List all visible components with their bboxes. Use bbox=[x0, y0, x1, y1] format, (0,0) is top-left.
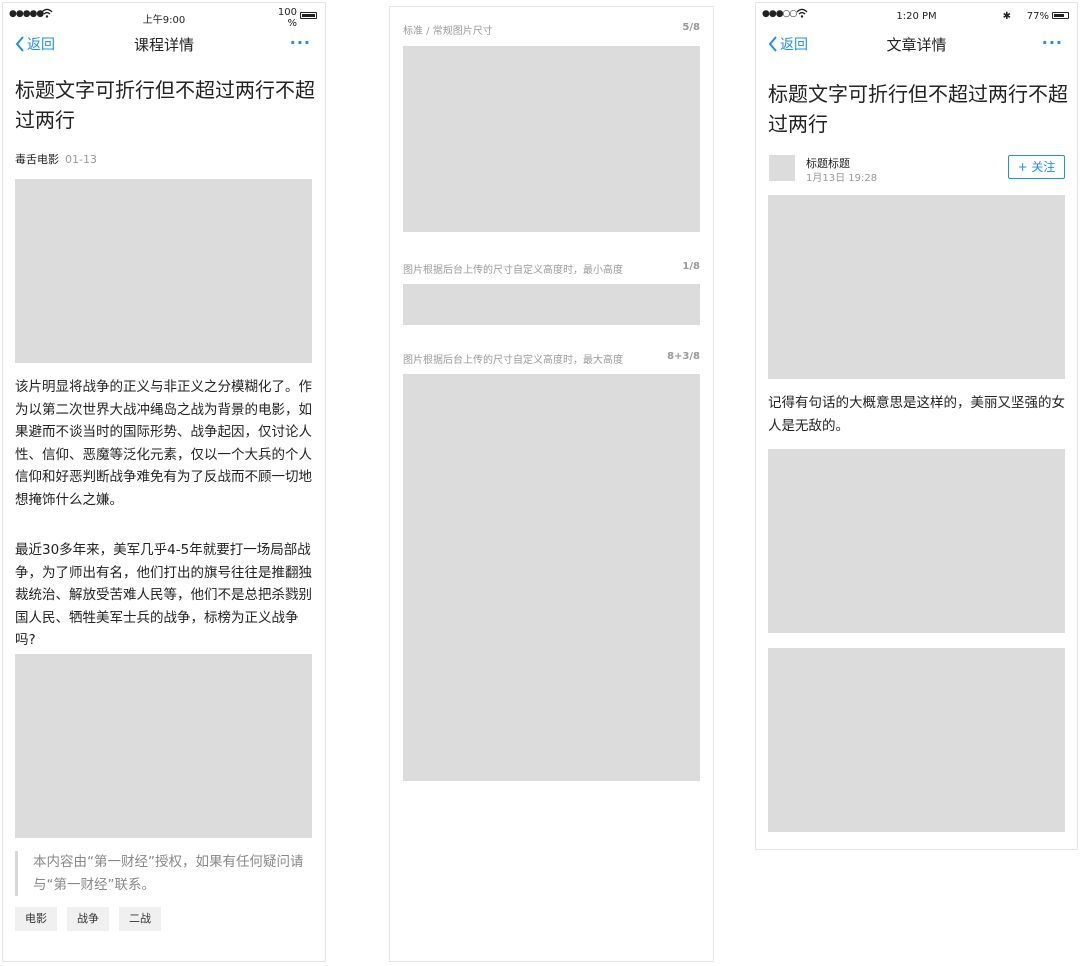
image-size-spec-screen: 标准 / 常规图片尺寸 5/8 图片根据后台上传的尺寸自定义高度时，最小高度 1… bbox=[389, 6, 714, 962]
publish-date: 01-13 bbox=[65, 153, 97, 166]
image-counter: 8+3/8 bbox=[667, 351, 700, 362]
article-paragraph: 记得有句话的大概意思是这样的，美丽又坚强的女人是无敌的。 bbox=[768, 395, 1065, 434]
min-height-image-placeholder bbox=[403, 284, 700, 325]
battery-icon bbox=[1052, 12, 1069, 19]
tag-list: 电影 战争 二战 bbox=[15, 907, 161, 931]
status-bar: ●●●○○ 1:20 PM ✱ 77% bbox=[756, 3, 1077, 25]
article-headline: 标题文字可折行但不超过两行不超过两行 bbox=[15, 78, 315, 132]
page-title: 课程详情 bbox=[133, 36, 194, 54]
article-image bbox=[768, 195, 1065, 379]
nav-bar: 返回 课程详情 ··· bbox=[3, 25, 325, 63]
article-headline: 标题文字可折行但不超过两行不超过两行 bbox=[768, 82, 1068, 136]
course-detail-screen: ●●●●● 上午9:00 100 % 返回 课程详情 ··· 标题文字可折行但不… bbox=[2, 2, 326, 962]
page-title: 文章详情 bbox=[886, 36, 947, 54]
avatar[interactable] bbox=[769, 155, 795, 181]
bluetooth-icon: ✱ bbox=[1002, 11, 1011, 22]
article-paragraph: 该片明显将战争的正义与非正义之分模糊化了。作为以第二次世界大战冲绳岛之战为背景的… bbox=[15, 379, 312, 508]
battery-percent: 77% bbox=[1026, 11, 1049, 22]
article-image bbox=[768, 648, 1065, 832]
article-image bbox=[15, 179, 312, 363]
tag[interactable]: 二战 bbox=[119, 907, 161, 931]
article-meta: 毒舌电影 01-13 bbox=[15, 151, 97, 167]
article-image bbox=[768, 449, 1065, 633]
publish-date: 1月13日 19:28 bbox=[806, 173, 878, 184]
article-image bbox=[15, 654, 312, 838]
image-counter: 5/8 bbox=[682, 22, 700, 33]
source-name: 毒舌电影 bbox=[15, 153, 59, 166]
battery-icon bbox=[300, 12, 317, 19]
max-height-image-placeholder bbox=[403, 374, 700, 781]
article-paragraph: 最近30多年来，美军几乎4-5年就要打一场局部战争，为了师出有名，他们打出的旗号… bbox=[15, 542, 312, 649]
more-icon[interactable]: ··· bbox=[1042, 33, 1063, 52]
section-caption: 图片根据后台上传的尺寸自定义高度时，最大高度 bbox=[403, 355, 623, 366]
section-caption: 图片根据后台上传的尺寸自定义高度时，最小高度 bbox=[403, 265, 623, 276]
article-detail-screen: ●●●○○ 1:20 PM ✱ 77% 返回 文章详情 ··· 标题文字可折行但… bbox=[755, 2, 1078, 850]
more-icon[interactable]: ··· bbox=[290, 33, 311, 52]
status-time: 上午9:00 bbox=[142, 15, 186, 26]
tag[interactable]: 战争 bbox=[67, 907, 109, 931]
follow-button[interactable]: + 关注 bbox=[1008, 155, 1065, 179]
nav-bar: 返回 文章详情 ··· bbox=[756, 25, 1077, 63]
tag[interactable]: 电影 bbox=[15, 907, 57, 931]
standard-image-placeholder bbox=[403, 46, 700, 232]
copyright-notice: 本内容由“第一财经”授权，如果有任何疑问请与“第一财经”联系。 bbox=[15, 851, 305, 897]
section-caption: 标准 / 常规图片尺寸 bbox=[403, 26, 493, 37]
status-bar: ●●●●● 上午9:00 100 % bbox=[3, 3, 325, 29]
image-counter: 1/8 bbox=[682, 261, 700, 272]
